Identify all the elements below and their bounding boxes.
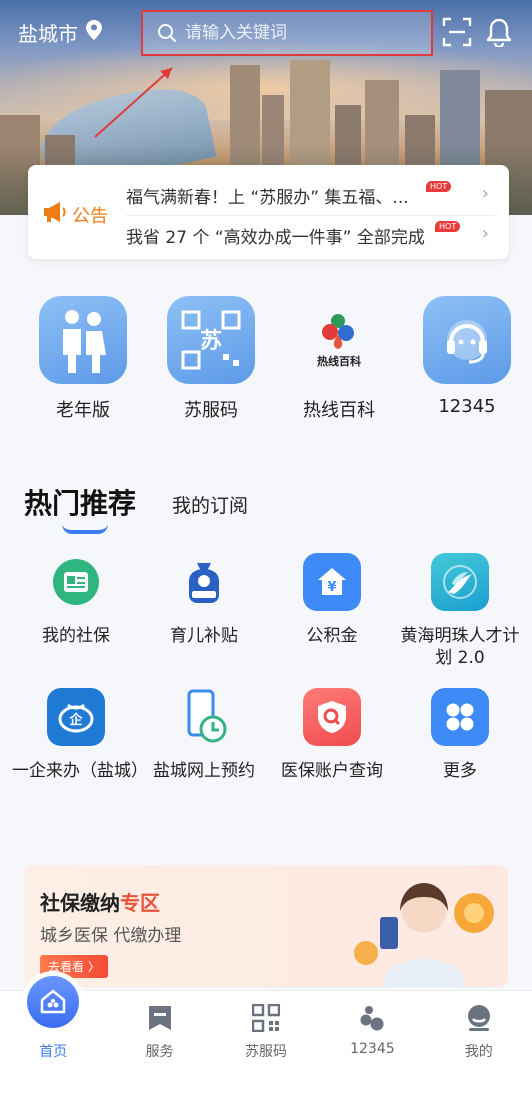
services-row: 我的社保 育儿补贴 ¥ 公积金 黄海明珠人才计划 2.0	[0, 553, 532, 669]
search-box[interactable]	[141, 10, 433, 56]
svg-text:¥: ¥	[327, 580, 336, 595]
tab-hot-recommend[interactable]: 热门推荐	[24, 482, 137, 534]
quick-label: 12345	[438, 396, 496, 417]
childcare-subsidy-icon	[175, 553, 233, 611]
tab-12345[interactable]: 12345	[319, 991, 425, 1102]
talent-plan-icon	[431, 553, 489, 611]
location-pin-icon	[86, 20, 102, 45]
more-grid-icon	[431, 688, 489, 746]
svg-text:企: 企	[68, 712, 83, 728]
appointment-icon	[175, 688, 233, 746]
quick-actions: 老年版 苏 苏服码 热线百科 热线百科 12345	[0, 296, 532, 422]
announcement-item[interactable]: 我省 27 个 “高效办成一件事” 全部完成 HOT	[126, 215, 494, 255]
tab-label: 首页	[39, 1044, 68, 1060]
annotation-arrow	[94, 67, 173, 138]
quick-12345[interactable]: 12345	[403, 296, 531, 422]
elderly-couple-icon	[39, 296, 127, 384]
quick-elderly-mode[interactable]: 老年版	[19, 296, 147, 422]
service-label: 公积金	[306, 626, 358, 646]
service-medical-insurance[interactable]: 医保账户查询	[268, 688, 396, 782]
banner-title: 社保缴纳专区	[40, 891, 160, 915]
search-icon	[157, 23, 177, 43]
enterprise-icon: 企	[47, 688, 105, 746]
hot-badge: HOT	[426, 181, 452, 192]
tab-label: 服务	[145, 1044, 174, 1060]
service-talent-plan[interactable]: 黄海明珠人才计划 2.0	[396, 553, 524, 669]
hotline-icon	[357, 1003, 387, 1033]
housing-fund-icon: ¥	[303, 553, 361, 611]
service-label: 盐城网上预约	[153, 761, 255, 781]
bottom-tab-bar: 首页 服务 苏服码 12345 我的	[0, 990, 532, 1102]
announcement-tag: 公告	[42, 201, 108, 228]
profile-icon	[464, 1003, 494, 1033]
tab-label: 热门推荐	[24, 487, 137, 520]
banner-illustration	[344, 871, 504, 987]
announcement-card: 公告 福气满新春！上 “苏服办” 集五福、... HOT › 我省 27 个 “…	[28, 165, 509, 259]
announcement-text: 我省 27 个 “高效办成一件事” 全部完成	[126, 227, 425, 248]
tab-label: 我的订阅	[172, 495, 249, 517]
service-label: 育儿补贴	[170, 626, 238, 646]
qr-code-icon: 苏	[167, 296, 255, 384]
banner-subtitle: 城乡医保 代缴办理	[40, 926, 182, 946]
tab-underline	[62, 524, 108, 534]
social-insurance-banner[interactable]: 社保缴纳专区 城乡医保 代缴办理 去看看 〉	[24, 865, 508, 987]
service-label: 我的社保	[42, 626, 110, 646]
announcement-text: 福气满新春！上 “苏服办” 集五福、...	[126, 187, 409, 208]
city-name: 盐城市	[18, 22, 78, 46]
scan-icon[interactable]	[440, 15, 474, 49]
hotline-encyclopedia-icon: 热线百科	[295, 296, 383, 384]
bell-icon[interactable]	[482, 15, 516, 49]
search-input[interactable]	[183, 22, 417, 44]
city-selector[interactable]: 盐城市	[18, 18, 102, 47]
announcement-label: 公告	[72, 205, 108, 227]
chevron-right-icon[interactable]: ›	[482, 183, 489, 204]
quick-label: 热线百科	[303, 400, 375, 421]
service-label: 黄海明珠人才计划 2.0	[400, 626, 520, 668]
tab-su-code[interactable]: 苏服码	[213, 991, 319, 1102]
qr-code-icon	[251, 1003, 281, 1033]
service-childcare-subsidy[interactable]: 育儿补贴	[140, 553, 268, 669]
hotline-logo-text: 热线百科	[317, 354, 361, 368]
medical-insurance-icon	[303, 688, 361, 746]
services-row: 企 一企来办（盐城） 盐城网上预约 医保账户查询 更多	[0, 688, 532, 782]
service-online-appointment[interactable]: 盐城网上预约	[140, 688, 268, 782]
social-security-icon	[47, 553, 105, 611]
service-label: 更多	[443, 761, 477, 781]
quick-label: 苏服码	[184, 400, 238, 421]
hot-badge: HOT	[435, 221, 461, 232]
megaphone-icon	[42, 201, 68, 228]
quick-label: 老年版	[56, 400, 110, 421]
home-icon[interactable]	[27, 976, 79, 1028]
recommend-tabs: 热门推荐 我的订阅	[24, 482, 248, 534]
svg-text:苏: 苏	[200, 328, 222, 354]
service-enterprise[interactable]: 企 一企来办（盐城）	[12, 688, 148, 782]
quick-hotline-encyclopedia[interactable]: 热线百科 热线百科	[275, 296, 403, 422]
tab-profile[interactable]: 我的	[426, 991, 532, 1102]
quick-su-code[interactable]: 苏 苏服码	[147, 296, 275, 422]
tab-label: 我的	[464, 1044, 493, 1060]
tab-label: 12345	[350, 1041, 395, 1057]
top-bar: 盐城市	[0, 0, 532, 66]
service-housing-fund[interactable]: ¥ 公积金	[268, 553, 396, 669]
service-label: 一企来办（盐城）	[12, 761, 148, 781]
tab-service[interactable]: 服务	[106, 991, 212, 1102]
service-label: 医保账户查询	[281, 761, 383, 781]
chevron-right-icon[interactable]: ›	[482, 223, 489, 244]
service-my-social-security[interactable]: 我的社保	[12, 553, 140, 669]
tab-my-subscription[interactable]: 我的订阅	[172, 491, 248, 522]
announcement-item[interactable]: 福气满新春！上 “苏服办” 集五福、... HOT	[126, 175, 494, 216]
service-more[interactable]: 更多	[396, 688, 524, 782]
service-icon	[145, 1003, 175, 1033]
headset-icon	[423, 296, 511, 384]
tab-label: 苏服码	[244, 1044, 287, 1060]
banner-go-button[interactable]: 去看看 〉	[40, 955, 108, 978]
